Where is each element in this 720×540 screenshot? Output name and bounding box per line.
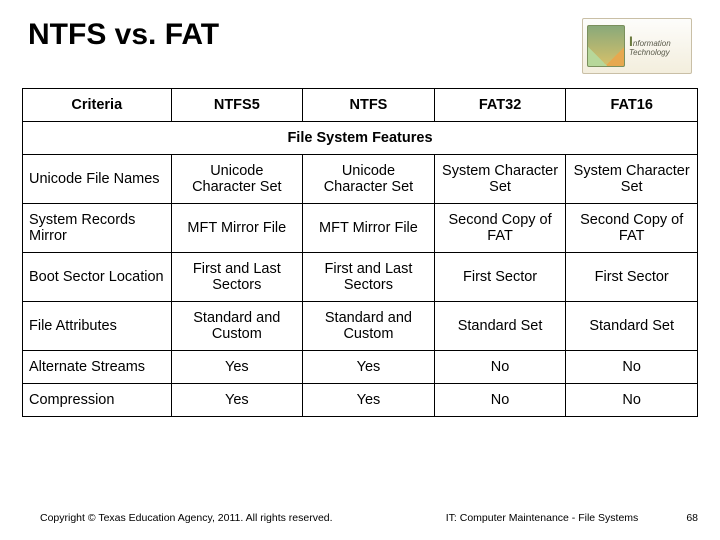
value-cell: MFT Mirror File [303,204,435,253]
value-cell: Standard Set [566,302,698,351]
value-cell: Yes [171,384,303,417]
logo-text: Information Technology [629,34,671,58]
copyright-text: Copyright © Texas Education Agency, 2011… [40,512,333,524]
value-cell: First Sector [434,253,566,302]
value-cell: Standard and Custom [171,302,303,351]
value-cell: Second Copy of FAT [566,204,698,253]
value-cell: No [434,384,566,417]
col-fat16: FAT16 [566,89,698,122]
comparison-table: Criteria NTFS5 NTFS FAT32 FAT16 File Sys… [22,88,698,417]
section-header-row: File System Features [23,122,698,155]
criteria-cell: System Records Mirror [23,204,172,253]
value-cell: No [434,351,566,384]
criteria-cell: Boot Sector Location [23,253,172,302]
col-fat32: FAT32 [434,89,566,122]
table-row: Compression Yes Yes No No [23,384,698,417]
section-header: File System Features [23,122,698,155]
value-cell: Yes [303,351,435,384]
criteria-cell: File Attributes [23,302,172,351]
value-cell: First and Last Sectors [303,253,435,302]
value-cell: Yes [171,351,303,384]
value-cell: Standard and Custom [303,302,435,351]
col-ntfs5: NTFS5 [171,89,303,122]
course-text: IT: Computer Maintenance - File Systems [446,512,639,524]
footer: Copyright © Texas Education Agency, 2011… [0,512,720,524]
value-cell: First Sector [566,253,698,302]
col-ntfs: NTFS [303,89,435,122]
criteria-cell: Compression [23,384,172,417]
value-cell: Second Copy of FAT [434,204,566,253]
value-cell: System Character Set [434,155,566,204]
table-row: File Attributes Standard and Custom Stan… [23,302,698,351]
page-number: 68 [686,512,698,524]
value-cell: No [566,351,698,384]
table-row: System Records Mirror MFT Mirror File MF… [23,204,698,253]
value-cell: Yes [303,384,435,417]
value-cell: System Character Set [566,155,698,204]
logo-mark-icon [587,25,625,67]
table-row: Boot Sector Location First and Last Sect… [23,253,698,302]
value-cell: First and Last Sectors [171,253,303,302]
value-cell: Unicode Character Set [303,155,435,204]
col-criteria: Criteria [23,89,172,122]
criteria-cell: Unicode File Names [23,155,172,204]
table-row: Unicode File Names Unicode Character Set… [23,155,698,204]
value-cell: Unicode Character Set [171,155,303,204]
value-cell: No [566,384,698,417]
value-cell: Standard Set [434,302,566,351]
table-header-row: Criteria NTFS5 NTFS FAT32 FAT16 [23,89,698,122]
criteria-cell: Alternate Streams [23,351,172,384]
it-logo: Information Technology [582,18,692,74]
value-cell: MFT Mirror File [171,204,303,253]
page-title: NTFS vs. FAT [28,18,219,52]
table-row: Alternate Streams Yes Yes No No [23,351,698,384]
